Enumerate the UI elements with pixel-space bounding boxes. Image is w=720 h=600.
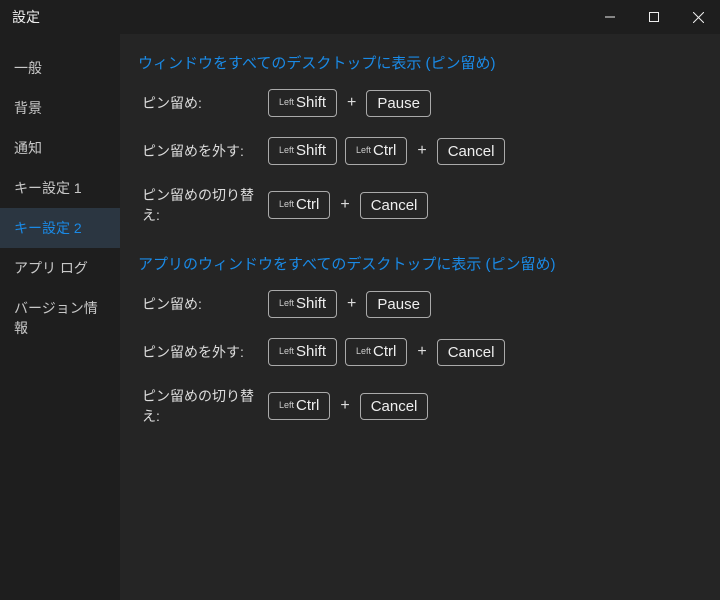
plus-icon: + — [345, 295, 358, 313]
row-label: ピン留めを外す: — [138, 342, 268, 362]
hotkey-field[interactable]: LeftCtrl + Cancel — [268, 191, 428, 219]
key-cancel: Cancel — [437, 138, 506, 165]
key-cancel: Cancel — [437, 339, 506, 366]
minimize-button[interactable] — [588, 2, 632, 32]
row-label: ピン留めの切り替え: — [138, 185, 268, 225]
close-button[interactable] — [676, 2, 720, 32]
key-pause: Pause — [366, 291, 431, 318]
row-toggle: ピン留めの切り替え: LeftCtrl + Cancel — [138, 185, 720, 225]
plus-icon: + — [345, 94, 358, 112]
key-left-shift: LeftShift — [268, 89, 337, 117]
key-left-ctrl: LeftCtrl — [268, 191, 330, 219]
section-title: ウィンドウをすべてのデスクトップに表示 (ピン留め) — [138, 52, 720, 73]
key-cancel: Cancel — [360, 393, 429, 420]
row-toggle: ピン留めの切り替え: LeftCtrl + Cancel — [138, 386, 720, 426]
section-title: アプリのウィンドウをすべてのデスクトップに表示 (ピン留め) — [138, 253, 720, 274]
row-unpin: ピン留めを外す: LeftShift LeftCtrl + Cancel — [138, 338, 720, 366]
hotkey-field[interactable]: LeftShift LeftCtrl + Cancel — [268, 338, 505, 366]
titlebar: 設定 — [0, 0, 720, 34]
key-left-shift: LeftShift — [268, 290, 337, 318]
row-label: ピン留めの切り替え: — [138, 386, 268, 426]
plus-icon: + — [338, 196, 351, 214]
plus-icon: + — [415, 142, 428, 160]
sidebar-item-version[interactable]: バージョン情報 — [0, 288, 120, 348]
sidebar-item-general[interactable]: 一般 — [0, 48, 120, 88]
key-pause: Pause — [366, 90, 431, 117]
hotkey-field[interactable]: LeftCtrl + Cancel — [268, 392, 428, 420]
plus-icon: + — [415, 343, 428, 361]
maximize-button[interactable] — [632, 2, 676, 32]
row-pin: ピン留め: LeftShift + Pause — [138, 89, 720, 117]
section-app-pin: アプリのウィンドウをすべてのデスクトップに表示 (ピン留め) ピン留め: Lef… — [138, 253, 720, 426]
row-unpin: ピン留めを外す: LeftShift LeftCtrl + Cancel — [138, 137, 720, 165]
row-label: ピン留めを外す: — [138, 141, 268, 161]
key-left-ctrl: LeftCtrl — [345, 137, 407, 165]
key-cancel: Cancel — [360, 192, 429, 219]
sidebar: 一般 背景 通知 キー設定 1 キー設定 2 アプリ ログ バージョン情報 — [0, 34, 120, 600]
hotkey-field[interactable]: LeftShift + Pause — [268, 89, 431, 117]
sidebar-item-applog[interactable]: アプリ ログ — [0, 248, 120, 288]
row-label: ピン留め: — [138, 294, 268, 314]
hotkey-field[interactable]: LeftShift + Pause — [268, 290, 431, 318]
key-left-shift: LeftShift — [268, 137, 337, 165]
sidebar-item-keys1[interactable]: キー設定 1 — [0, 168, 120, 208]
row-pin: ピン留め: LeftShift + Pause — [138, 290, 720, 318]
section-window-pin: ウィンドウをすべてのデスクトップに表示 (ピン留め) ピン留め: LeftShi… — [138, 52, 720, 225]
sidebar-item-notify[interactable]: 通知 — [0, 128, 120, 168]
sidebar-item-background[interactable]: 背景 — [0, 88, 120, 128]
content-pane: ウィンドウをすべてのデスクトップに表示 (ピン留め) ピン留め: LeftShi… — [120, 34, 720, 600]
plus-icon: + — [338, 397, 351, 415]
sidebar-item-keys2[interactable]: キー設定 2 — [0, 208, 120, 248]
key-left-ctrl: LeftCtrl — [268, 392, 330, 420]
row-label: ピン留め: — [138, 93, 268, 113]
key-left-ctrl: LeftCtrl — [345, 338, 407, 366]
window-title: 設定 — [12, 7, 588, 27]
hotkey-field[interactable]: LeftShift LeftCtrl + Cancel — [268, 137, 505, 165]
key-left-shift: LeftShift — [268, 338, 337, 366]
